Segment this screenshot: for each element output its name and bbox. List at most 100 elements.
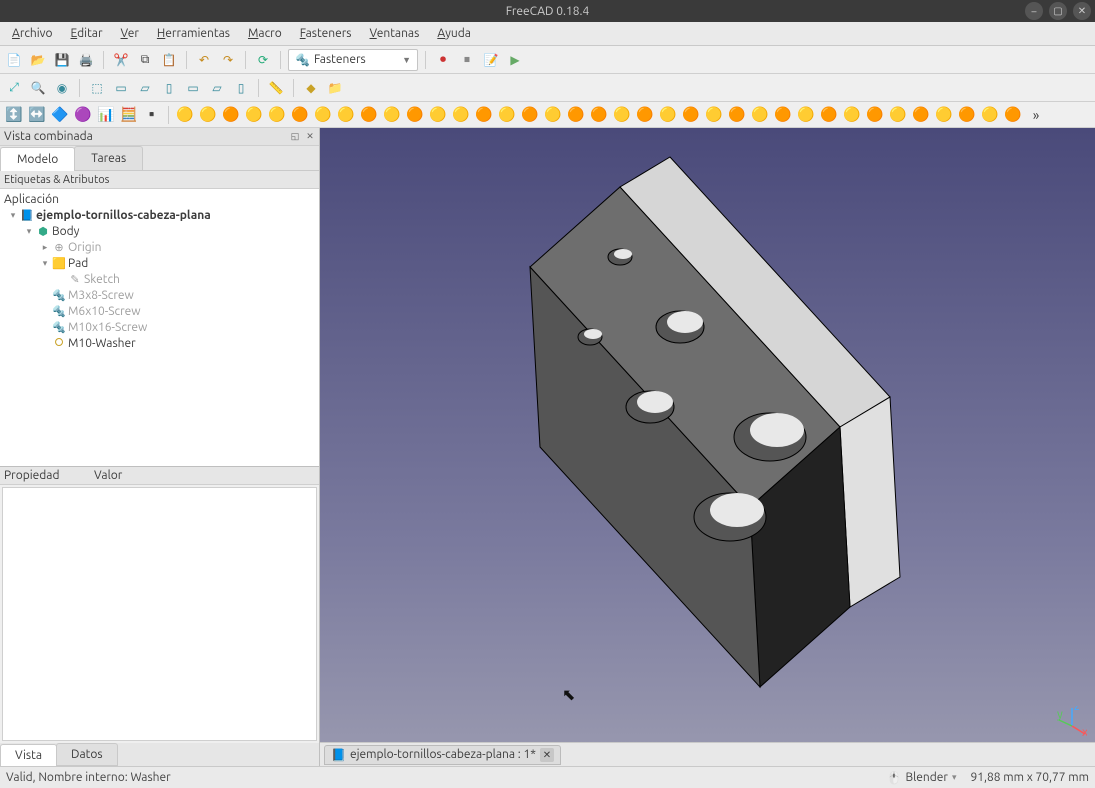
screw-12-icon[interactable]: 🟡 <box>428 105 448 125</box>
copy-button[interactable]: ⧉ <box>135 50 155 70</box>
document-tab[interactable]: 📘 ejemplo-tornillos-cabeza-plana : 1* ✕ <box>324 745 561 765</box>
window-close-button[interactable]: ✕ <box>1073 2 1091 20</box>
bottom-view-button[interactable]: ▱ <box>207 78 227 98</box>
tab-model[interactable]: Modelo <box>0 147 75 171</box>
panel-close-button[interactable]: ✕ <box>303 129 317 143</box>
screw-35-icon[interactable]: 🟠 <box>957 105 977 125</box>
group-icon[interactable]: 📁 <box>325 78 345 98</box>
print-button[interactable]: 🖨️ <box>76 50 96 70</box>
menu-ventanas[interactable]: Ventanas <box>362 24 428 43</box>
macro-edit-button[interactable]: 📝 <box>481 50 501 70</box>
part-icon[interactable]: ◆ <box>301 78 321 98</box>
tree-screw-1[interactable]: 🔩M6x10-Screw <box>0 303 319 319</box>
tree-document[interactable]: ▾📘ejemplo-tornillos-cabeza-plana <box>0 207 319 223</box>
screw-18-icon[interactable]: 🟠 <box>566 105 586 125</box>
front-view-button[interactable]: ▭ <box>111 78 131 98</box>
fit-all-button[interactable]: ⤢ <box>4 78 24 98</box>
right-view-button[interactable]: ▯ <box>159 78 179 98</box>
screw-6-icon[interactable]: 🟠 <box>290 105 310 125</box>
measure-button[interactable]: 📏 <box>266 78 286 98</box>
menu-herramientas[interactable]: Herramientas <box>149 24 238 43</box>
new-doc-button[interactable]: 📄 <box>4 50 24 70</box>
save-doc-button[interactable]: 💾 <box>52 50 72 70</box>
screw-14-icon[interactable]: 🟠 <box>474 105 494 125</box>
axis-gizmo[interactable]: z x y <box>1057 706 1087 736</box>
screw-29-icon[interactable]: 🟠 <box>819 105 839 125</box>
navigation-style[interactable]: 🖱️ Blender ▾ <box>887 771 957 785</box>
screw-8-icon[interactable]: 🟡 <box>336 105 356 125</box>
iso-view-button[interactable]: ⬚ <box>87 78 107 98</box>
screw-34-icon[interactable]: 🟡 <box>934 105 954 125</box>
screw-10-icon[interactable]: 🟡 <box>382 105 402 125</box>
menu-editar[interactable]: Editar <box>63 24 111 43</box>
screw-30-icon[interactable]: 🟡 <box>842 105 862 125</box>
screw-3-icon[interactable]: 🟠 <box>221 105 241 125</box>
screw-21-icon[interactable]: 🟠 <box>635 105 655 125</box>
screw-more-icon[interactable]: » <box>1026 105 1046 125</box>
screw-37-icon[interactable]: 🟠 <box>1003 105 1023 125</box>
fastener-match-button[interactable]: 🟣 <box>73 105 93 125</box>
screw-36-icon[interactable]: 🟡 <box>980 105 1000 125</box>
fit-selection-button[interactable]: 🔍 <box>28 78 48 98</box>
open-doc-button[interactable]: 📂 <box>28 50 48 70</box>
screw-13-icon[interactable]: 🟡 <box>451 105 471 125</box>
screw-19-icon[interactable]: 🟠 <box>589 105 609 125</box>
menu-ayuda[interactable]: Ayuda <box>429 24 479 43</box>
screw-9-icon[interactable]: 🟠 <box>359 105 379 125</box>
fastener-calc-button[interactable]: 🧮 <box>119 105 139 125</box>
tree-screw-0[interactable]: 🔩M3x8-Screw <box>0 287 319 303</box>
draw-style-button[interactable]: ◉ <box>52 78 72 98</box>
tree-body[interactable]: ▾⬢Body <box>0 223 319 239</box>
fastener-shape-button[interactable]: 🔷 <box>50 105 70 125</box>
top-view-button[interactable]: ▱ <box>135 78 155 98</box>
screw-17-icon[interactable]: 🟡 <box>543 105 563 125</box>
tab-tasks[interactable]: Tareas <box>74 146 143 170</box>
menu-ver[interactable]: Ver <box>113 24 147 43</box>
macro-stop-button[interactable]: ⏹ <box>457 50 477 70</box>
screw-2-icon[interactable]: 🟡 <box>198 105 218 125</box>
model-tree[interactable]: Aplicación ▾📘ejemplo-tornillos-cabeza-pl… <box>0 189 319 466</box>
screw-32-icon[interactable]: 🟡 <box>888 105 908 125</box>
undo-button[interactable]: ↶ <box>194 50 214 70</box>
tree-origin[interactable]: ▸⊕Origin <box>0 239 319 255</box>
tree-root[interactable]: Aplicación <box>0 191 319 207</box>
rear-view-button[interactable]: ▭ <box>183 78 203 98</box>
3d-viewport[interactable]: z x y ⬉ 📘 ejemplo-tornillos-cabeza-plana… <box>320 128 1095 766</box>
fastener-move-button[interactable]: ↔️ <box>27 105 47 125</box>
screw-33-icon[interactable]: 🟠 <box>911 105 931 125</box>
screw-1-icon[interactable]: 🟡 <box>175 105 195 125</box>
document-tab-close[interactable]: ✕ <box>540 748 554 762</box>
screw-28-icon[interactable]: 🟡 <box>796 105 816 125</box>
screw-15-icon[interactable]: 🟡 <box>497 105 517 125</box>
menu-macro[interactable]: Macro <box>240 24 290 43</box>
screw-25-icon[interactable]: 🟠 <box>727 105 747 125</box>
property-body[interactable] <box>2 487 317 741</box>
redo-button[interactable]: ↷ <box>218 50 238 70</box>
macro-play-button[interactable]: ▶ <box>505 50 525 70</box>
panel-float-button[interactable]: ◱ <box>288 129 302 143</box>
macro-record-button[interactable]: ⏺ <box>433 50 453 70</box>
window-maximize-button[interactable]: ▢ <box>1049 2 1067 20</box>
window-minimize-button[interactable]: – <box>1025 2 1043 20</box>
menu-archivo[interactable]: Archivo <box>4 24 61 43</box>
screw-11-icon[interactable]: 🟠 <box>405 105 425 125</box>
screw-23-icon[interactable]: 🟠 <box>681 105 701 125</box>
cut-button[interactable]: ✂️ <box>111 50 131 70</box>
screw-5-icon[interactable]: 🟡 <box>267 105 287 125</box>
paste-button[interactable]: 📋 <box>159 50 179 70</box>
tree-pad[interactable]: ▾🟨Pad <box>0 255 319 271</box>
screw-26-icon[interactable]: 🟡 <box>750 105 770 125</box>
tree-screw-2[interactable]: 🔩M10x16-Screw <box>0 319 319 335</box>
tree-washer[interactable]: ⭘M10-Washer <box>0 335 319 351</box>
left-view-button[interactable]: ▯ <box>231 78 251 98</box>
tab-view[interactable]: Vista <box>0 744 57 766</box>
refresh-button[interactable]: ⟳ <box>253 50 273 70</box>
screw-7-icon[interactable]: 🟡 <box>313 105 333 125</box>
screw-31-icon[interactable]: 🟠 <box>865 105 885 125</box>
workbench-selector[interactable]: 🔩 Fasteners ▼ <box>288 49 418 71</box>
menu-fasteners[interactable]: Fasteners <box>292 24 360 43</box>
screw-4-icon[interactable]: 🟡 <box>244 105 264 125</box>
fastener-flip-button[interactable]: ↕️ <box>4 105 24 125</box>
screw-24-icon[interactable]: 🟡 <box>704 105 724 125</box>
screw-16-icon[interactable]: 🟠 <box>520 105 540 125</box>
